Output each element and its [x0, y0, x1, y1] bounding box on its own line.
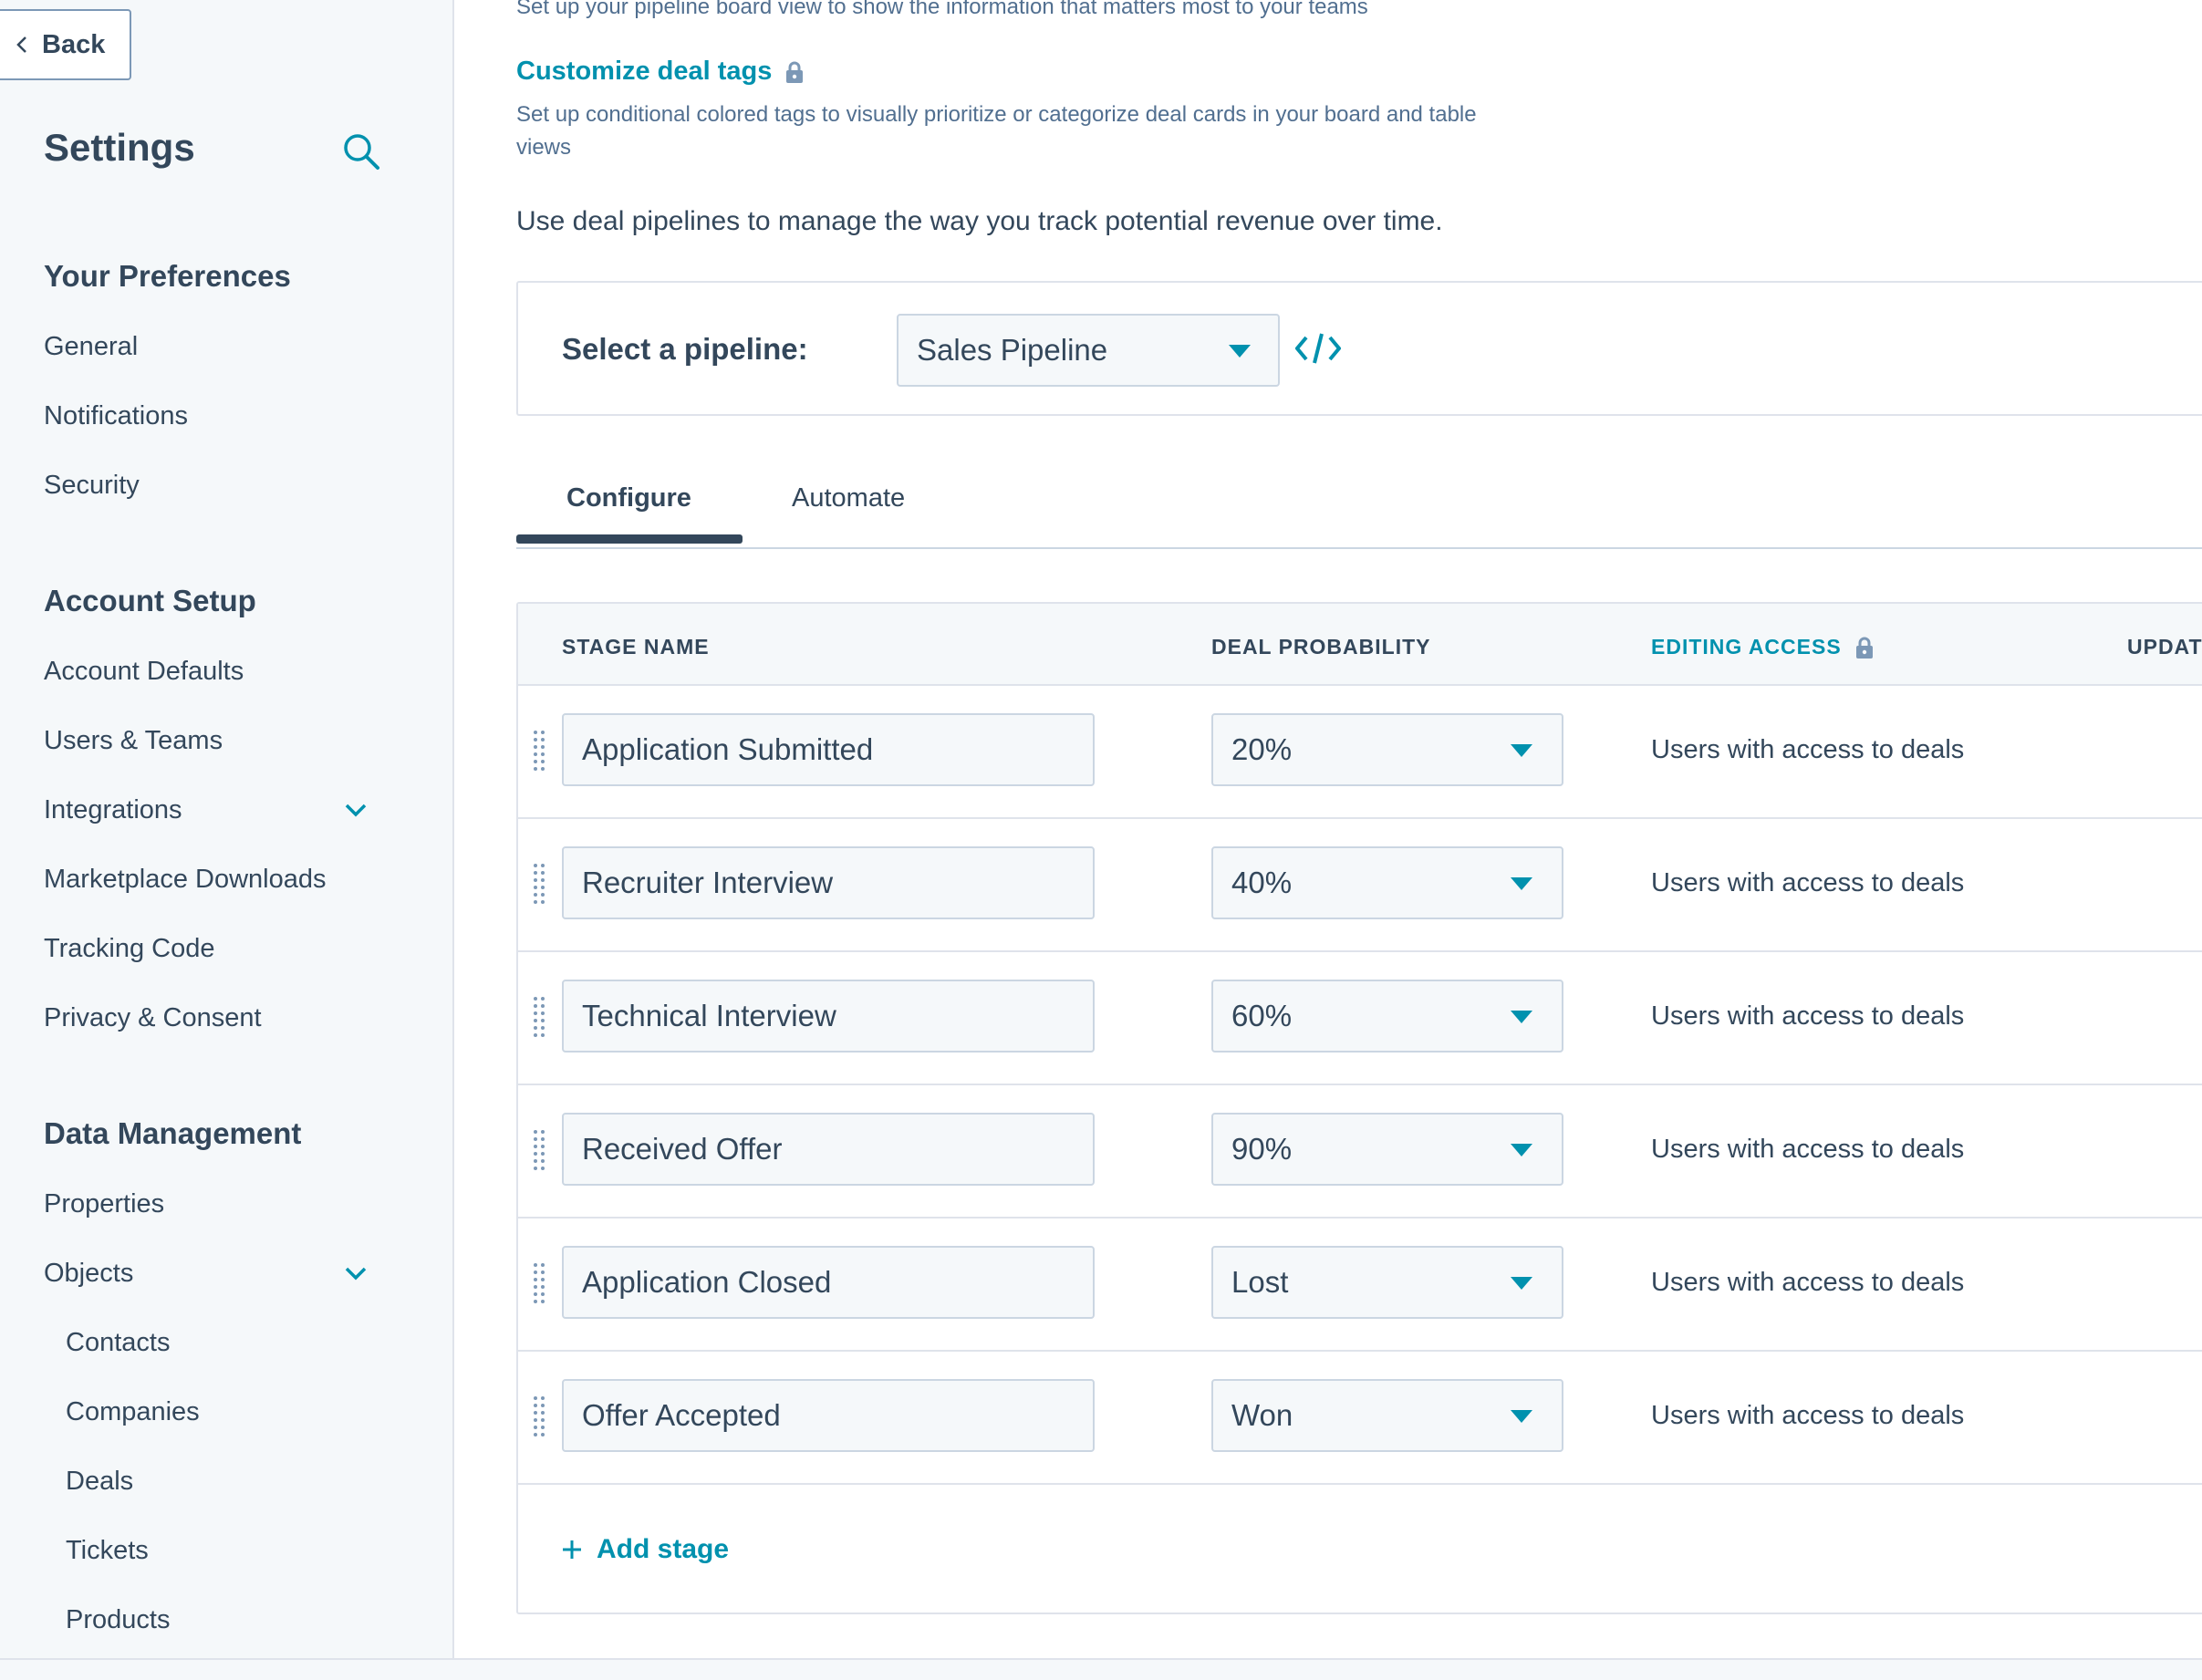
sidebar-item-security[interactable]: Security [44, 471, 140, 501]
sidebar-item-tickets[interactable]: Tickets [66, 1536, 149, 1566]
back-button[interactable]: Back [0, 9, 131, 80]
section-heading-preferences: Your Preferences [44, 259, 291, 293]
table-row: Application Submitted 20% Users with acc… [518, 684, 2202, 819]
search-icon[interactable] [341, 131, 381, 171]
table-row: Received Offer 90% Users with access to … [518, 1084, 2202, 1219]
sidebar-item-integrations[interactable]: Integrations [44, 795, 182, 825]
table-row: Technical Interview 60% Users with acces… [518, 950, 2202, 1085]
deal-probability-value: 90% [1231, 1132, 1293, 1166]
drag-handle-icon[interactable] [533, 1395, 545, 1437]
tab-automate[interactable]: Automate [792, 483, 905, 513]
tab-configure[interactable]: Configure [566, 483, 691, 513]
sidebar-item-properties[interactable]: Properties [44, 1189, 164, 1219]
pipeline-selector-panel: Select a pipeline: Sales Pipeline [516, 281, 2202, 416]
section-heading-account-setup: Account Setup [44, 584, 256, 617]
deal-probability-select[interactable]: 40% [1211, 846, 1563, 919]
pipeline-select-dropdown[interactable]: Sales Pipeline [897, 314, 1280, 387]
drag-handle-icon[interactable] [533, 863, 545, 905]
sidebar-item-tracking-code[interactable]: Tracking Code [44, 934, 215, 964]
deal-probability-value: 20% [1231, 732, 1293, 766]
sidebar-item-privacy-consent[interactable]: Privacy & Consent [44, 1003, 262, 1033]
stage-name-input[interactable]: Recruiter Interview [562, 846, 1095, 919]
back-button-label: Back [42, 29, 106, 59]
caret-down-icon [1511, 1011, 1532, 1023]
add-stage-button[interactable]: Add stage [562, 1534, 729, 1565]
deal-probability-select[interactable]: Won [1211, 1379, 1563, 1452]
column-header-updated: UPDAT [2127, 635, 2202, 659]
active-tab-indicator [516, 534, 743, 544]
deal-probability-value: Lost [1231, 1265, 1289, 1299]
deal-probability-value: 60% [1231, 999, 1293, 1032]
chevron-left-icon [16, 36, 26, 53]
caret-down-icon [1511, 1277, 1532, 1290]
lock-icon [786, 61, 804, 83]
column-header-editing-access[interactable]: EDITING ACCESS [1651, 635, 1875, 659]
sidebar-item-contacts[interactable]: Contacts [66, 1328, 170, 1358]
pipeline-selected-value: Sales Pipeline [917, 333, 1108, 367]
lock-icon [1855, 637, 1873, 659]
section-heading-data-management: Data Management [44, 1116, 302, 1150]
settings-sidebar: Back Settings Your Preferences General N… [0, 0, 454, 1658]
table-row: Application Closed Lost Users with acces… [518, 1217, 2202, 1352]
deal-stages-table: STAGE NAME DEAL PROBABILITY EDITING ACCE… [516, 602, 2202, 1614]
chevron-down-icon[interactable] [339, 799, 372, 821]
table-row: Recruiter Interview 40% Users with acces… [518, 817, 2202, 952]
column-header-deal-probability: DEAL PROBABILITY [1211, 635, 1431, 659]
chevron-down-icon[interactable] [339, 1262, 372, 1284]
sidebar-item-notifications[interactable]: Notifications [44, 401, 188, 431]
table-row: Offer Accepted Won Users with access to … [518, 1350, 2202, 1485]
drag-handle-icon[interactable] [533, 1129, 545, 1171]
sidebar-item-objects[interactable]: Objects [44, 1259, 133, 1289]
caret-down-icon [1511, 877, 1532, 890]
pipeline-intro-text: Use deal pipelines to manage the way you… [516, 206, 1443, 236]
deal-probability-select[interactable]: 20% [1211, 713, 1563, 786]
pipeline-settings-main: Set up your pipeline board view to show … [454, 0, 2202, 1658]
editing-access-value: Users with access to deals [1651, 1001, 1965, 1031]
editing-access-label: EDITING ACCESS [1651, 635, 1842, 659]
stage-name-input[interactable]: Application Submitted [562, 713, 1095, 786]
sidebar-item-products[interactable]: Products [66, 1605, 170, 1635]
deal-probability-value: Won [1231, 1398, 1293, 1432]
stage-name-input[interactable]: Offer Accepted [562, 1379, 1095, 1452]
sidebar-item-companies[interactable]: Companies [66, 1397, 200, 1427]
deal-probability-select[interactable]: Lost [1211, 1246, 1563, 1319]
sidebar-item-deals[interactable]: Deals [66, 1467, 133, 1497]
editing-access-value: Users with access to deals [1651, 1401, 1965, 1430]
sidebar-item-account-defaults[interactable]: Account Defaults [44, 657, 244, 687]
stage-name-input[interactable]: Application Closed [562, 1246, 1095, 1319]
sidebar-item-marketplace-downloads[interactable]: Marketplace Downloads [44, 865, 326, 895]
sidebar-item-general[interactable]: General [44, 332, 138, 362]
pipeline-tabs: Configure Automate [516, 447, 2202, 549]
deal-probability-select[interactable]: 90% [1211, 1113, 1563, 1186]
drag-handle-icon[interactable] [533, 730, 545, 772]
stage-name-input[interactable]: Received Offer [562, 1113, 1095, 1186]
table-header-row: STAGE NAME DEAL PROBABILITY EDITING ACCE… [518, 604, 2202, 686]
stage-name-input[interactable]: Technical Interview [562, 980, 1095, 1053]
deal-probability-select[interactable]: 60% [1211, 980, 1563, 1053]
code-embed-icon[interactable] [1295, 330, 1341, 367]
sidebar-title: Settings [44, 126, 195, 169]
editing-access-value: Users with access to deals [1651, 1268, 1965, 1297]
caret-down-icon [1511, 1410, 1532, 1423]
plus-icon [563, 1540, 581, 1559]
add-stage-label: Add stage [597, 1534, 730, 1564]
caret-down-icon [1511, 1144, 1532, 1156]
editing-access-value: Users with access to deals [1651, 1135, 1965, 1164]
editing-access-value: Users with access to deals [1651, 735, 1965, 764]
pipeline-selector-label: Select a pipeline: [562, 332, 808, 366]
customize-deal-tags-label: Customize deal tags [516, 57, 773, 86]
drag-handle-icon[interactable] [533, 1262, 545, 1304]
caret-down-icon [1229, 345, 1251, 358]
sidebar-item-users-teams[interactable]: Users & Teams [44, 726, 223, 756]
column-header-stage-name: STAGE NAME [562, 635, 710, 659]
customize-deal-tags-description: Set up conditional colored tags to visua… [516, 102, 1477, 160]
customize-deal-tags-link[interactable]: Customize deal tags [516, 57, 805, 87]
horizontal-scrollbar[interactable] [0, 1658, 2202, 1680]
drag-handle-icon[interactable] [533, 996, 545, 1038]
editing-access-value: Users with access to deals [1651, 868, 1965, 897]
caret-down-icon [1511, 744, 1532, 757]
deal-probability-value: 40% [1231, 866, 1293, 899]
board-view-description: Set up your pipeline board view to show … [516, 0, 1368, 19]
